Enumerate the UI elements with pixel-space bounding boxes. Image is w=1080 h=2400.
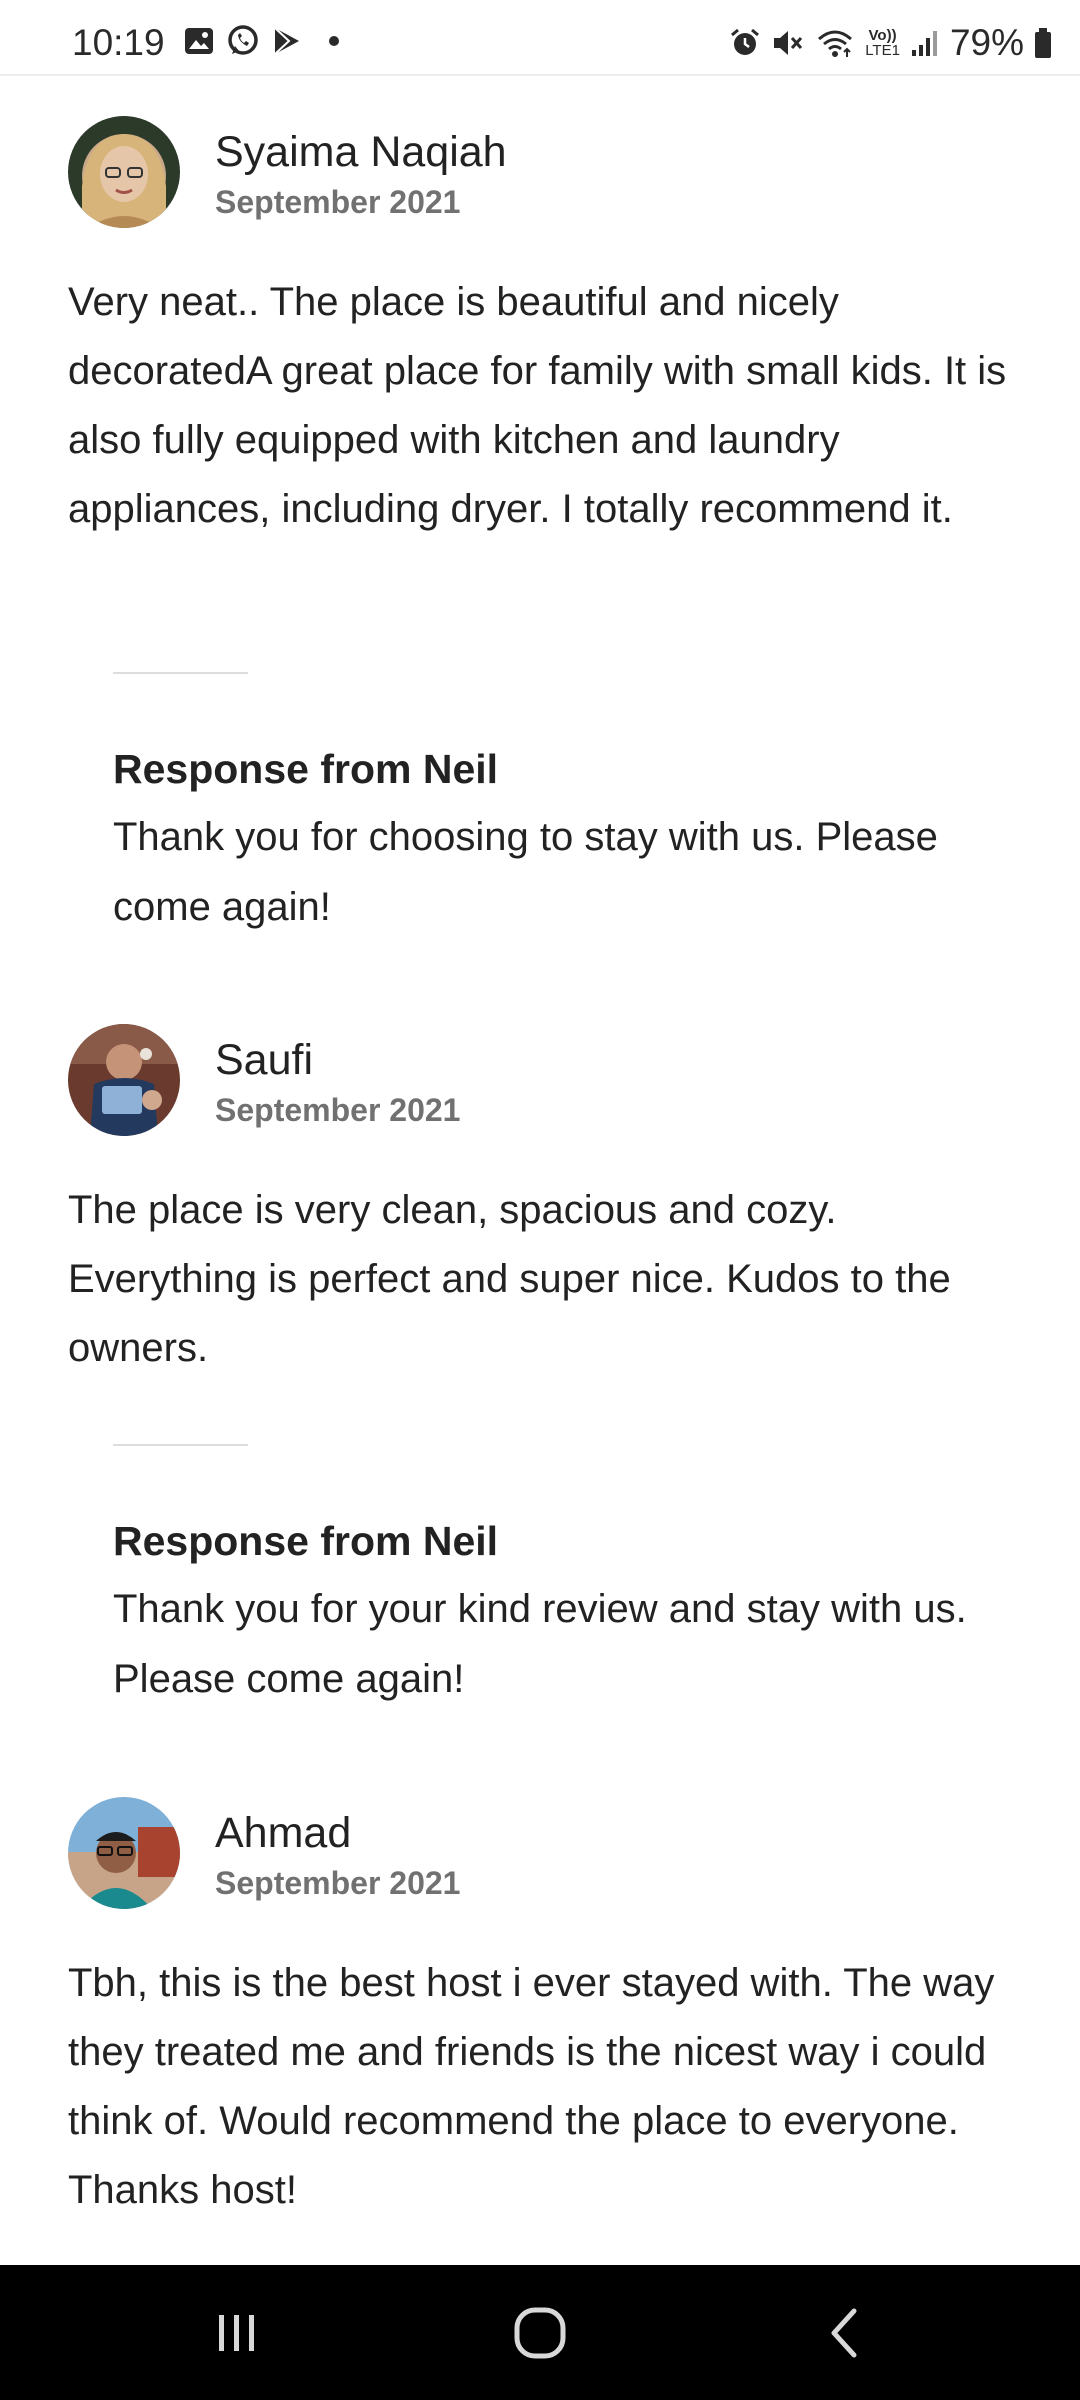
notification-icons xyxy=(184,24,340,58)
avatar[interactable] xyxy=(68,1024,180,1136)
status-time: 10:19 xyxy=(72,22,165,63)
recent-apps-button[interactable] xyxy=(167,2265,307,2400)
recent-apps-icon xyxy=(213,2311,261,2355)
battery-percent: 79% xyxy=(949,22,1024,63)
mute-icon xyxy=(771,27,805,59)
reviewer-name: Saufi xyxy=(215,1036,314,1084)
back-button[interactable] xyxy=(774,2265,914,2400)
review-date: September 2021 xyxy=(215,1092,461,1128)
dot-icon xyxy=(328,35,340,47)
response-text: Thank you for your kind review and stay … xyxy=(113,1587,967,1701)
divider xyxy=(113,672,248,674)
avatar[interactable] xyxy=(68,116,180,228)
navigation-bar xyxy=(0,2265,1080,2400)
review-text: Very neat.. The place is beautiful and n… xyxy=(68,280,1007,531)
battery-icon xyxy=(1034,27,1052,59)
review-date: September 2021 xyxy=(215,184,461,220)
play-store-icon xyxy=(272,26,302,56)
wifi-icon xyxy=(815,27,855,59)
response-title: Response from Neil xyxy=(113,1518,499,1564)
status-bar: 10:19 Vo)) LTE1 79% xyxy=(0,0,1080,76)
reviews-list[interactable]: Syaima Naqiah September 2021 Very neat..… xyxy=(0,78,1080,2262)
response-title: Response from Neil xyxy=(113,746,499,792)
home-icon xyxy=(512,2305,568,2361)
avatar[interactable] xyxy=(68,1797,180,1909)
whatsapp-icon xyxy=(226,24,260,58)
divider xyxy=(113,1444,248,1446)
volte-icon: Vo)) LTE1 xyxy=(865,27,900,59)
signal-icon xyxy=(910,28,940,58)
reviewer-name: Ahmad xyxy=(215,1809,352,1857)
review-date: September 2021 xyxy=(215,1865,461,1901)
back-icon xyxy=(824,2305,864,2361)
system-icons: Vo)) LTE1 79% xyxy=(729,22,1052,64)
reviewer-name: Syaima Naqiah xyxy=(215,128,507,176)
review-text: Tbh, this is the best host i ever stayed… xyxy=(68,1961,995,2212)
home-button[interactable] xyxy=(470,2265,610,2400)
alarm-icon xyxy=(729,27,761,59)
review-text: The place is very clean, spacious and co… xyxy=(68,1188,951,1370)
gallery-icon xyxy=(184,27,214,55)
response-text: Thank you for choosing to stay with us. … xyxy=(113,815,938,929)
